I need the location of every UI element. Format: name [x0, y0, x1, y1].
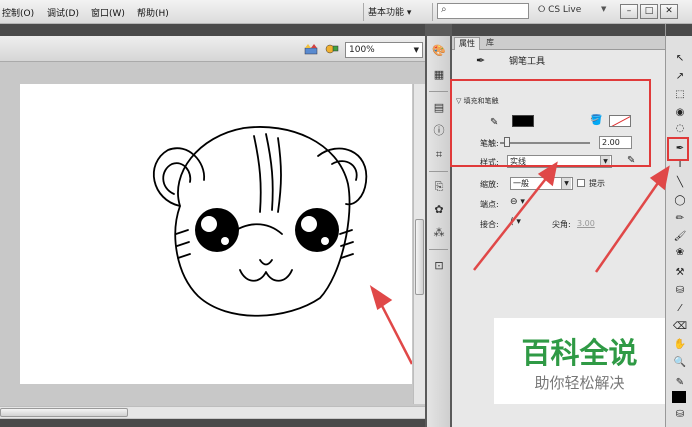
watermark-title: 百科全说 — [521, 336, 638, 370]
watermark: 百科全说 助你轻松解决 — [494, 318, 665, 404]
watermark-subtitle: 助你轻松解决 — [534, 374, 625, 392]
